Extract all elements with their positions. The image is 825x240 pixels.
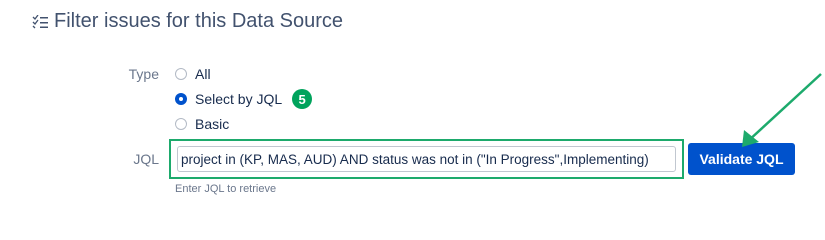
filter-list-icon: [32, 14, 48, 28]
radio-basic-label[interactable]: Basic: [195, 116, 229, 132]
annotation-arrow-icon: [742, 73, 822, 147]
radio-select-by-jql-label[interactable]: Select by JQL: [195, 91, 282, 107]
type-label: Type: [128, 66, 159, 82]
section-header: Filter issues for this Data Source: [32, 10, 343, 33]
radio-all-label[interactable]: All: [195, 66, 211, 82]
radio-all[interactable]: [175, 68, 187, 80]
jql-label: JQL: [133, 151, 159, 167]
radio-option-basic[interactable]: Basic: [175, 114, 229, 134]
step-badge: 5: [292, 89, 313, 109]
jql-input[interactable]: [177, 146, 676, 172]
radio-basic[interactable]: [175, 118, 187, 130]
radio-option-jql[interactable]: Select by JQL 5: [175, 89, 313, 109]
jql-helper-text: Enter JQL to retrieve: [175, 183, 277, 195]
page-title: Filter issues for this Data Source: [54, 10, 343, 32]
radio-select-by-jql[interactable]: [175, 93, 187, 105]
radio-option-all[interactable]: All: [175, 64, 211, 84]
